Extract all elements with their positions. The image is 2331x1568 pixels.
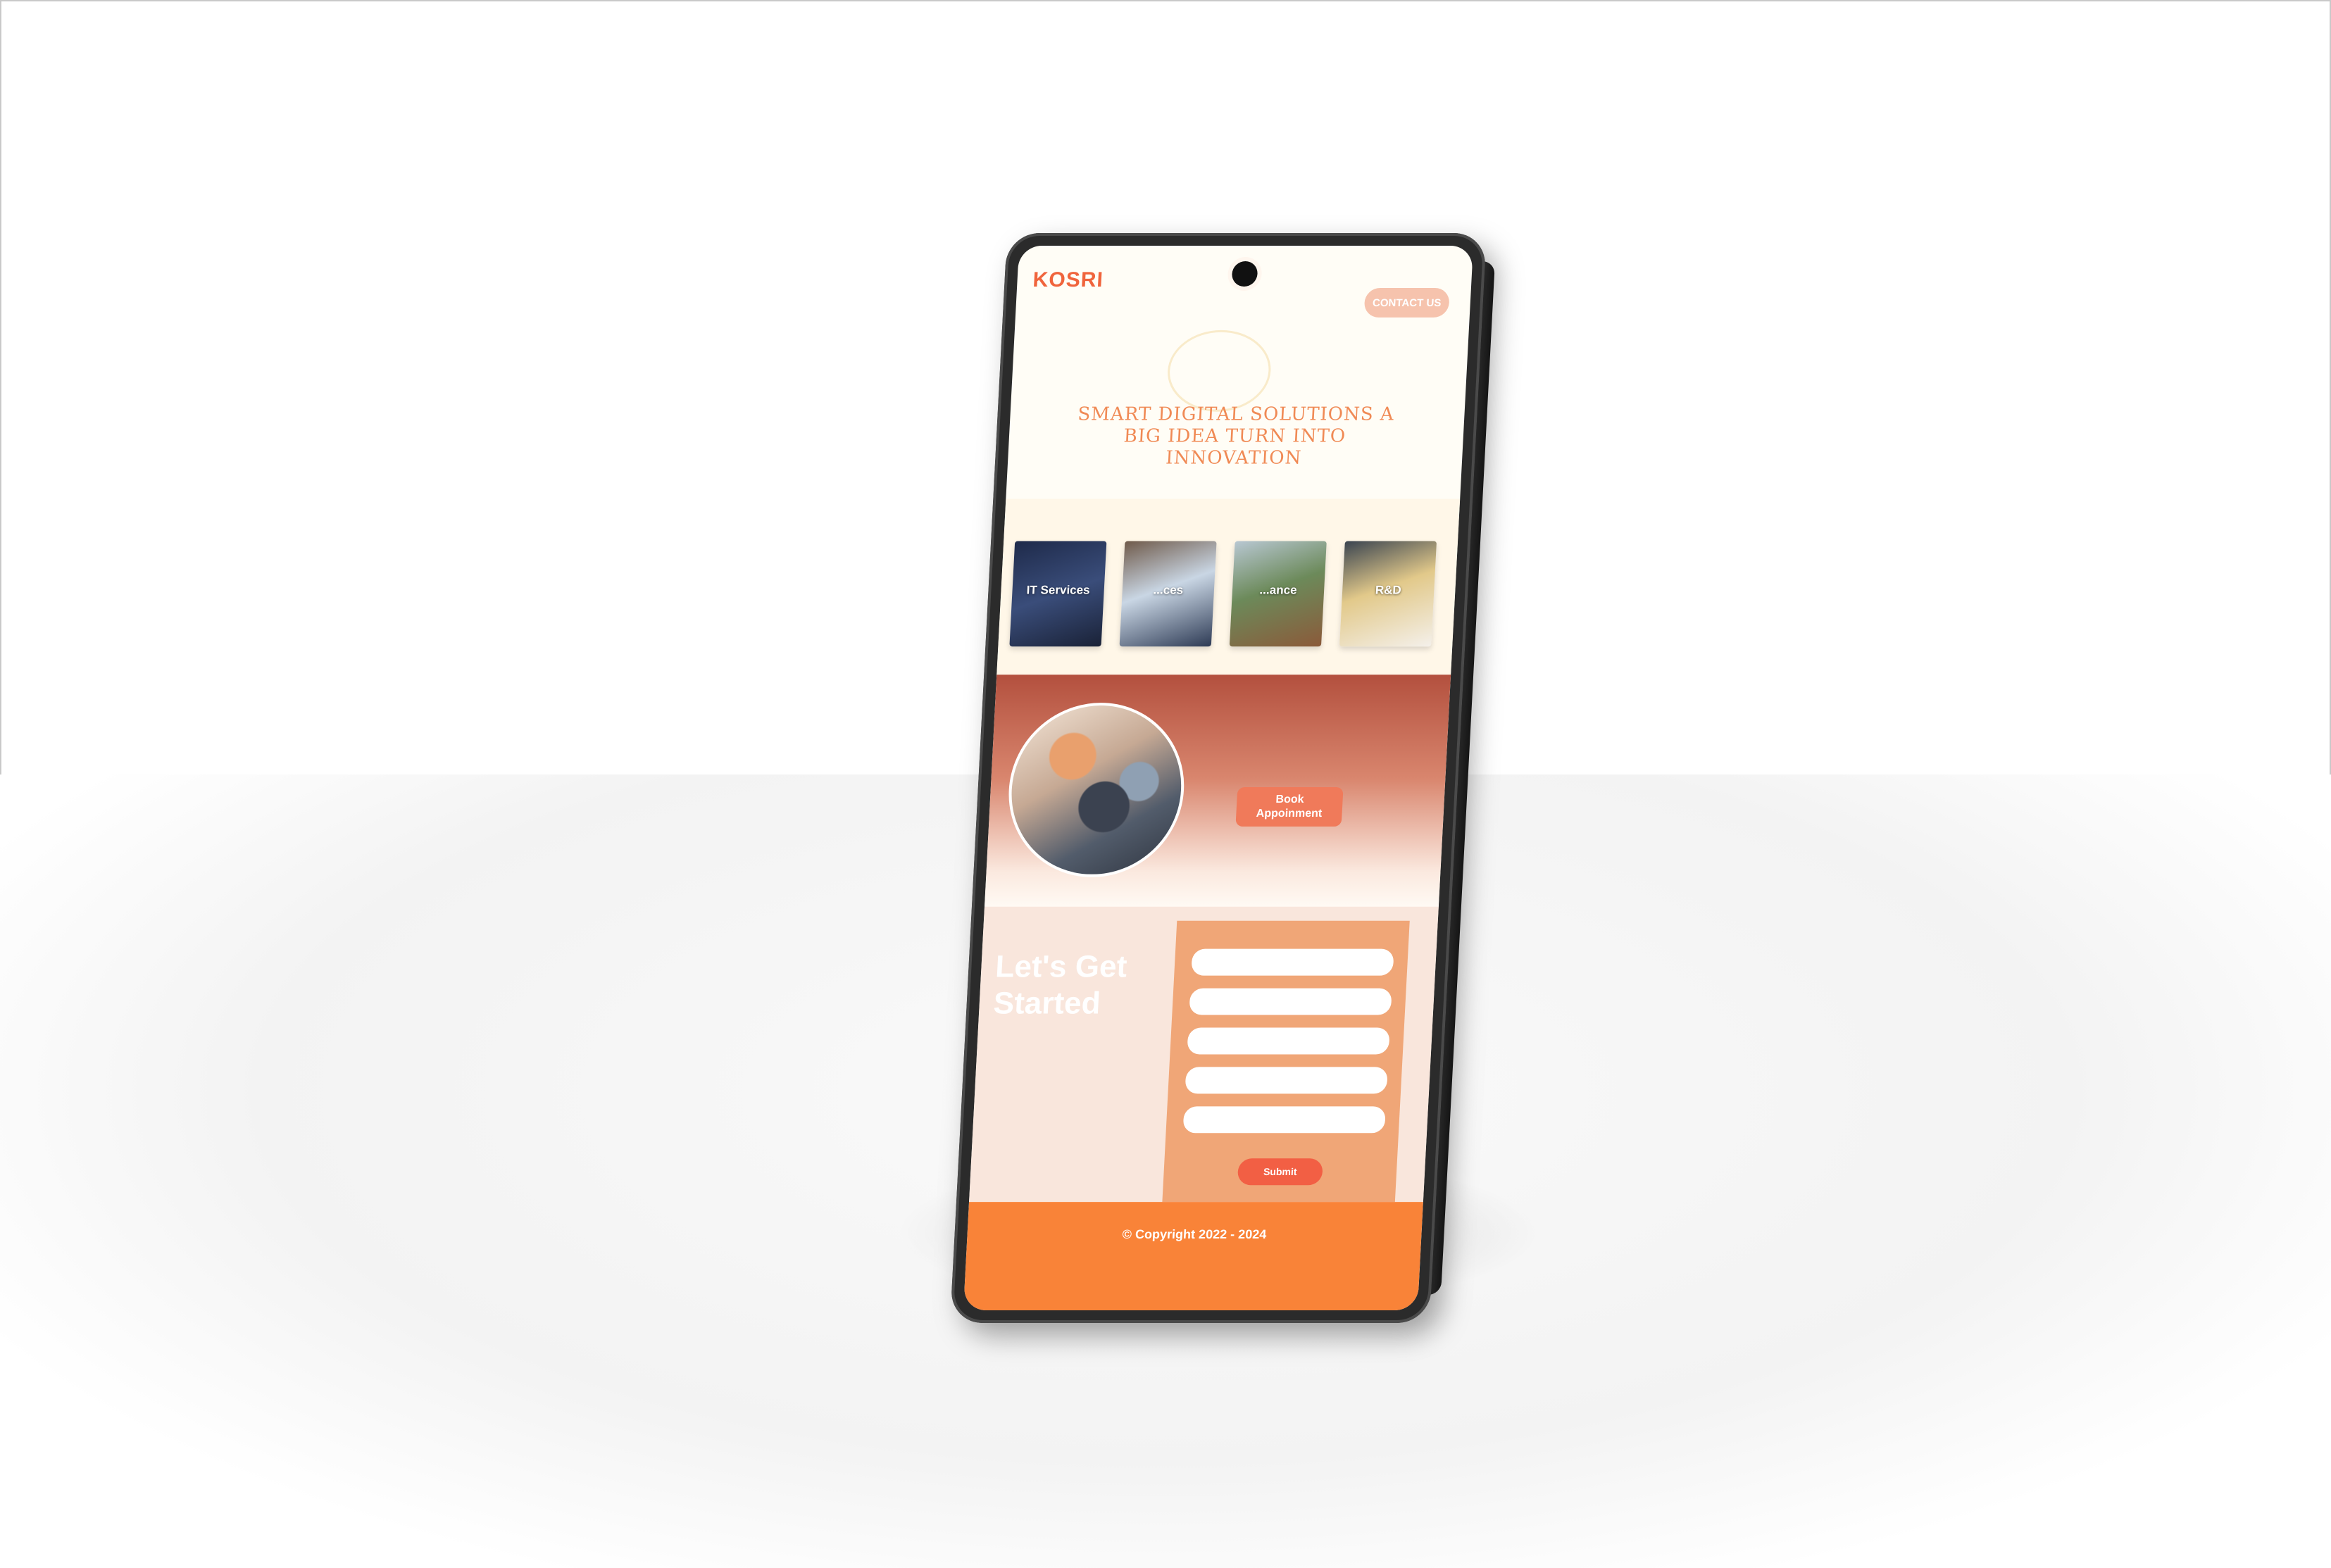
copyright-text: © Copyright 2022 - 2024 [1122, 1227, 1267, 1242]
services-section: IT Services ...ces ...ance R&D [996, 498, 1461, 675]
site-logo[interactable]: KOSRI [1032, 268, 1104, 292]
service-card-it[interactable]: IT Services [1009, 541, 1107, 647]
submit-button[interactable]: Submit [1237, 1158, 1323, 1186]
get-started-section: Let's Get Started Submit [968, 906, 1439, 1203]
form-field-3[interactable] [1187, 1027, 1390, 1055]
form-field-5[interactable] [1182, 1106, 1386, 1134]
appointment-section: Book Appoinment [984, 675, 1451, 907]
hero-title: SMART DIGITAL SOLUTIONS A BIG IDEA TURN … [1077, 403, 1395, 469]
service-card-rd[interactable]: R&D [1339, 541, 1437, 647]
footer: © Copyright 2022 - 2024 [963, 1202, 1423, 1310]
team-photo [1004, 703, 1189, 877]
form-field-2[interactable] [1189, 988, 1392, 1015]
get-started-title: Let's Get Started [992, 949, 1128, 1021]
contact-form: Submit [1162, 920, 1410, 1203]
service-card-label: IT Services [1026, 583, 1091, 597]
hero-decoration [1166, 330, 1273, 412]
service-card-label: ...ance [1259, 583, 1298, 597]
service-card-2[interactable]: ...ces [1119, 541, 1217, 647]
service-card-3[interactable]: ...ance [1229, 541, 1327, 647]
contact-us-button[interactable]: CONTACT US [1363, 287, 1450, 318]
phone-screen: KOSRI CONTACT US SMART DIGITAL SOLUTIONS… [963, 246, 1474, 1310]
book-appointment-button[interactable]: Book Appoinment [1235, 786, 1344, 827]
form-field-1[interactable] [1191, 948, 1394, 976]
form-field-4[interactable] [1185, 1067, 1388, 1094]
front-camera [1231, 261, 1258, 287]
service-card-label: R&D [1375, 583, 1402, 597]
service-card-label: ...ces [1153, 583, 1184, 597]
phone-device: KOSRI CONTACT US SMART DIGITAL SOLUTIONS… [949, 233, 1495, 1323]
